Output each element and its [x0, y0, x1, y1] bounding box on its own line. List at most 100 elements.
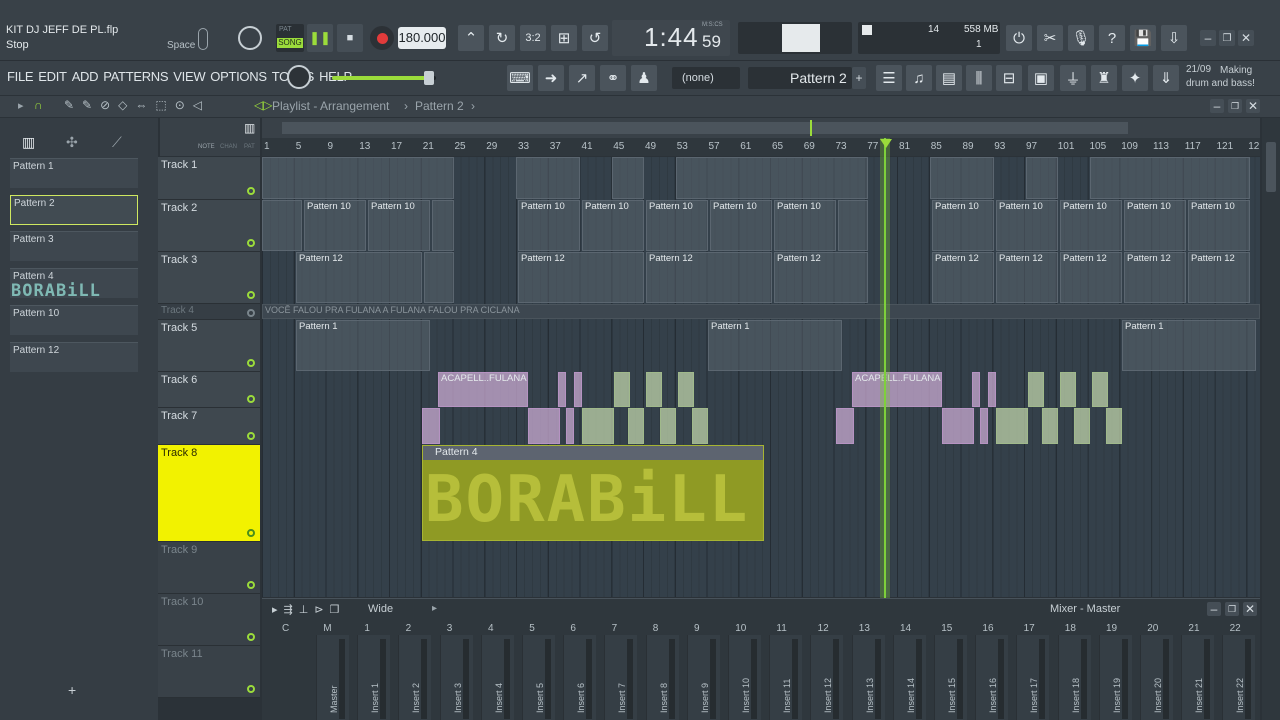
track-header[interactable]: Track 2 [158, 200, 260, 252]
mixer-strip[interactable]: Insert 19 [1098, 635, 1132, 720]
mixer-strip[interactable]: Insert 15 [934, 635, 967, 720]
clip-pattern12[interactable]: Pattern 12 [1188, 252, 1250, 303]
pat-song-switch[interactable]: PAT SONG [276, 24, 304, 52]
track-mute-led[interactable] [247, 359, 255, 367]
clip-pattern10[interactable]: Pattern 10 [1188, 200, 1250, 251]
mixer-strip[interactable]: Insert 17 [1016, 635, 1050, 720]
clip-pattern1[interactable]: Pattern 1 [1122, 320, 1256, 371]
clip-audio[interactable] [988, 372, 996, 407]
clip-audio[interactable] [422, 408, 440, 444]
mixer-strip[interactable]: Insert 21 [1181, 635, 1215, 720]
breadcrumb-pattern[interactable]: Pattern 2 [415, 99, 464, 113]
menu-edit[interactable]: EDIT [38, 69, 67, 84]
audio-view-icon[interactable]: ✣ [66, 134, 78, 151]
pattern-item[interactable]: Pattern 4 BORABiLL [10, 268, 138, 301]
save-icon[interactable]: 💾 [1130, 25, 1156, 51]
track-header[interactable]: Track 1 [158, 157, 260, 200]
mixer-strip[interactable]: Insert 9 [686, 635, 720, 720]
clip-pattern10[interactable]: Pattern 10 [582, 200, 644, 251]
mic-icon[interactable]: 🎙 [1068, 25, 1094, 51]
playlist-icon[interactable]: ☰ [876, 65, 902, 91]
magnet-icon[interactable]: ∩ [34, 98, 43, 112]
clip-pattern12[interactable]: Pattern 12 [646, 252, 772, 303]
track-header-selected[interactable]: Track 8 [158, 445, 260, 542]
playlist-minimize[interactable]: – [1210, 99, 1224, 113]
track-mute-led[interactable] [247, 395, 255, 403]
track-header[interactable]: Track 3 [158, 252, 260, 304]
menu-view[interactable]: VIEW [173, 69, 205, 84]
clip-pattern10[interactable]: Pattern 10 [1124, 200, 1186, 251]
browser-icon[interactable]: ⊟ [996, 65, 1022, 91]
mixer-strip[interactable]: Insert 1 [357, 635, 391, 720]
track-mute-led[interactable] [247, 187, 255, 195]
mixer-maximize[interactable]: ❐ [1225, 602, 1239, 616]
clip-audio[interactable] [566, 408, 574, 444]
pattern-item-selected[interactable]: Pattern 2 [10, 195, 138, 225]
track-header[interactable]: Track 11 [158, 646, 260, 698]
stamp-icon[interactable]: ♟ [631, 65, 657, 91]
clip-pattern10[interactable]: Pattern 10 [710, 200, 772, 251]
mixer-fader[interactable] [874, 639, 881, 719]
mixer-fader[interactable] [380, 639, 387, 719]
grid-icon[interactable]: ▥ [244, 121, 255, 135]
track-header[interactable]: Track 10 [158, 594, 260, 646]
vertical-scrollbar[interactable] [1262, 118, 1280, 720]
clip-audio[interactable] [558, 372, 566, 407]
clip-audio[interactable] [996, 408, 1028, 444]
track-mute-led[interactable] [247, 633, 255, 641]
plugin-icon[interactable]: ▣ [1028, 65, 1054, 91]
link-icon[interactable]: ⚭ [600, 65, 626, 91]
clip-pattern12[interactable]: Pattern 12 [1060, 252, 1122, 303]
automation-view-icon[interactable]: ⟋ [112, 134, 122, 151]
clip-audio[interactable] [528, 408, 560, 444]
track-header[interactable]: Track 4 [158, 304, 260, 320]
track-header[interactable]: Track 5 [158, 320, 260, 372]
plug-icon[interactable]: ⏚ [1060, 65, 1086, 91]
wait-input-icon[interactable]: ↻ [489, 25, 515, 51]
mixer-fader[interactable] [915, 639, 922, 719]
clip-pattern[interactable] [676, 157, 868, 199]
mixer-fader[interactable] [833, 639, 840, 719]
timeline-ruler[interactable]: 1 5 9 13 17 21 25 29 33 37 41 45 49 53 57 61 65 69 73 77 81 8… [262, 138, 1260, 156]
clip-audio[interactable] [646, 372, 662, 407]
clip-audio[interactable] [980, 408, 988, 444]
mixer-arrow-icon[interactable]: ▸ [432, 603, 437, 614]
mixer-fader[interactable] [503, 639, 510, 719]
mixer-minimize[interactable]: – [1207, 602, 1221, 616]
playhead-marker-icon[interactable] [880, 139, 892, 148]
pattern-item[interactable]: Pattern 1 [10, 158, 138, 188]
clip-audio[interactable] [1042, 408, 1058, 444]
pattern-item[interactable]: Pattern 12 [10, 342, 138, 372]
blend-notes-icon[interactable]: ⊞ [551, 25, 577, 51]
mixer-strip[interactable]: Master [316, 635, 349, 720]
mixer-strip[interactable]: Insert 22 [1222, 635, 1256, 720]
master-slider[interactable] [332, 71, 436, 85]
playlist-maximize[interactable]: ❐ [1228, 99, 1242, 113]
render-icon[interactable]: ⇩ [1161, 25, 1187, 51]
track-mute-led[interactable] [247, 581, 255, 589]
download-icon[interactable]: ⇓ [1153, 65, 1179, 91]
clip-audio[interactable] [692, 408, 708, 444]
clip-pattern12[interactable]: Pattern 12 [1124, 252, 1186, 303]
clip-pattern12[interactable]: Pattern 12 [296, 252, 422, 303]
news-text[interactable]: Making drum and bass! [1186, 64, 1274, 90]
clip-pattern10[interactable]: Pattern 10 [774, 200, 836, 251]
menu-patterns[interactable]: PATTERNS [103, 69, 168, 84]
mixer-strip[interactable]: Insert 7 [604, 635, 638, 720]
mixer-fader[interactable] [627, 639, 634, 719]
mixer-strip[interactable]: Insert 12 [810, 635, 844, 720]
clip-audio[interactable] [836, 408, 854, 444]
maximize-button[interactable]: ❐ [1219, 30, 1235, 46]
mixer-strip[interactable]: Insert 3 [439, 635, 473, 720]
clip-pattern10[interactable]: Pattern 10 [304, 200, 366, 251]
song-time-display[interactable]: 1:44 M:S:CS 59 [612, 20, 730, 56]
undo-icon[interactable]: ⏻ [1006, 25, 1032, 51]
close-button[interactable]: ✕ [1238, 30, 1254, 46]
master-volume-knob[interactable] [238, 26, 262, 50]
clip-acapella[interactable]: ACAPELL..FULANA [852, 372, 942, 407]
pause-button[interactable]: ❚❚ [307, 24, 333, 52]
clip-audio[interactable] [678, 372, 694, 407]
playhead[interactable] [880, 138, 890, 598]
track-header[interactable]: Track 9 [158, 542, 260, 594]
mixer-fader[interactable] [462, 639, 469, 719]
